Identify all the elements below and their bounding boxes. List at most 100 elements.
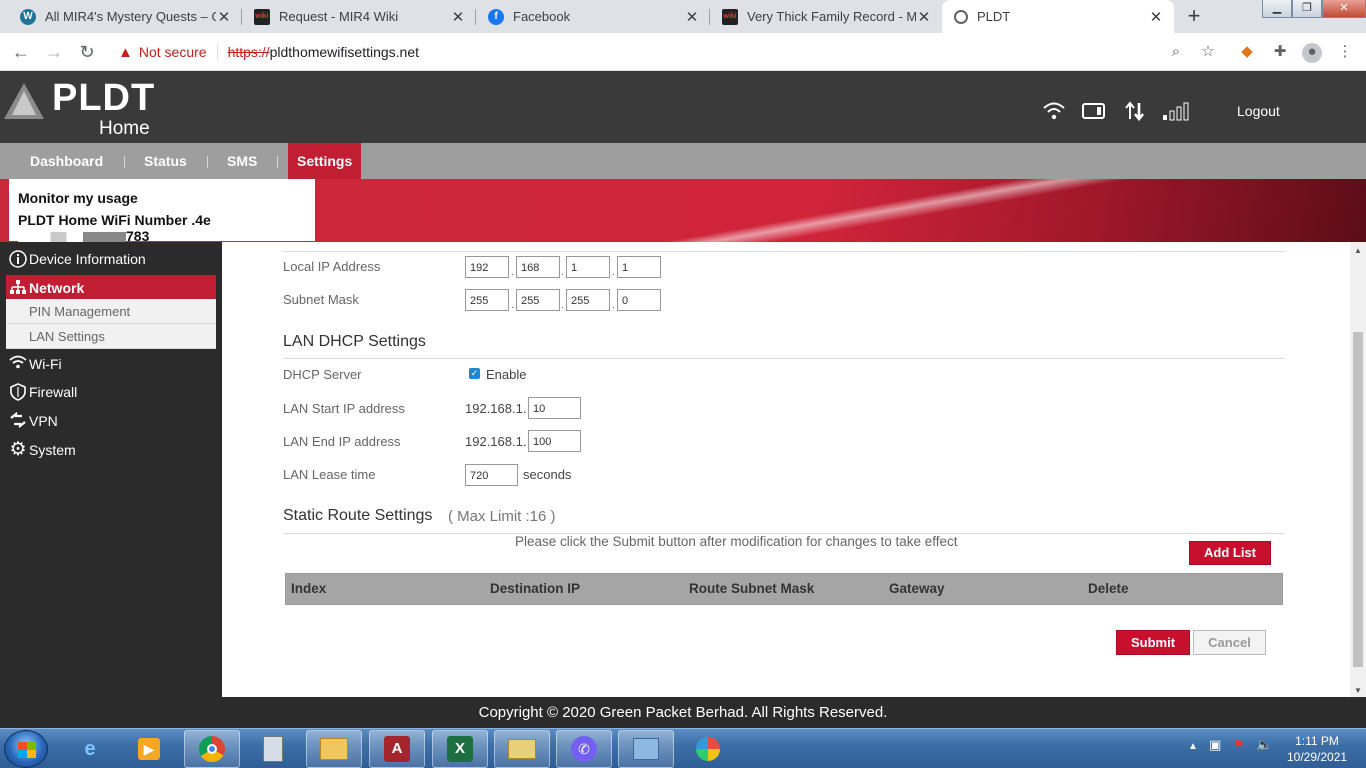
menu-kebab-icon[interactable]: ⋮ xyxy=(1336,43,1354,61)
bookmark-star-icon[interactable]: ☆ xyxy=(1199,43,1217,61)
new-tab-button[interactable]: + xyxy=(1181,5,1207,29)
usage-box: Monitor my usage PLDT Home WiFi Number .… xyxy=(9,179,315,242)
browser-tab[interactable]: W All MIR4's Mystery Quests – Ga ✕ xyxy=(8,0,242,33)
subnet-mask-label: Subnet Mask xyxy=(283,292,359,307)
close-tab-icon[interactable]: ✕ xyxy=(1148,8,1164,26)
network-tray-icon[interactable]: ▣ xyxy=(1209,737,1221,753)
pldt-logo[interactable]: PLDT Home xyxy=(0,75,170,139)
zoom-icon[interactable]: ⌕ xyxy=(1167,43,1185,61)
local-ip-octet-2[interactable]: 168 xyxy=(516,256,560,278)
folder-icon[interactable] xyxy=(494,730,550,768)
local-ip-octet-4[interactable]: 1 xyxy=(617,256,661,278)
subnet-octet-3[interactable]: 255 xyxy=(566,289,610,311)
warning-icon: ▲ xyxy=(118,43,133,61)
browser-tab[interactable]: wiki Very Thick Family Record - MIR4 ✕ xyxy=(710,0,942,33)
local-ip-octet-1[interactable]: 192 xyxy=(465,256,509,278)
close-window-button[interactable]: ✕ xyxy=(1322,0,1366,18)
scroll-down-icon[interactable]: ▼ xyxy=(1353,686,1363,695)
sidebar-item-firewall[interactable]: Firewall xyxy=(0,379,222,405)
close-tab-icon[interactable]: ✕ xyxy=(916,8,932,26)
browser-tab-active[interactable]: PLDT ✕ xyxy=(942,0,1174,33)
forward-icon[interactable]: → xyxy=(43,41,65,63)
calculator-icon[interactable] xyxy=(245,730,301,768)
minimize-button[interactable]: ▁ xyxy=(1262,0,1292,18)
file-explorer-icon[interactable] xyxy=(306,730,362,768)
system-clock[interactable]: 1:11 PM 10/29/2021 xyxy=(1282,733,1352,765)
reload-icon[interactable]: ↻ xyxy=(76,41,98,63)
lan-end-ip-prefix: 192.168.1. xyxy=(465,434,527,449)
menu-dashboard[interactable]: Dashboard xyxy=(30,143,103,179)
tab-title: Facebook xyxy=(513,9,571,24)
paint-icon[interactable] xyxy=(680,730,736,768)
page-footer: Copyright © 2020 Green Packet Berhad. Al… xyxy=(0,697,1366,728)
subnet-octet-2[interactable]: 255 xyxy=(516,289,560,311)
profile-avatar-icon[interactable]: ● xyxy=(1302,43,1322,63)
browser-tab[interactable]: f Facebook ✕ xyxy=(476,0,710,33)
cancel-button[interactable]: Cancel xyxy=(1193,630,1266,655)
sidebar-subitem-pin-management[interactable]: PIN Management xyxy=(6,299,216,324)
menu-status[interactable]: Status xyxy=(144,143,187,179)
close-tab-icon[interactable]: ✕ xyxy=(216,8,232,26)
address-bar[interactable]: ▲ Not secure https:// pldthomewifisettin… xyxy=(108,38,1228,66)
local-ip-octet-3[interactable]: 1 xyxy=(566,256,610,278)
extensions-icon[interactable]: ✚ xyxy=(1271,43,1289,61)
sidebar-item-label: Device Information xyxy=(29,251,146,267)
media-player-icon[interactable]: ▶ xyxy=(121,730,177,768)
monitor-usage-link[interactable]: Monitor my usage xyxy=(18,190,306,212)
sidebar-subitem-lan-settings[interactable]: LAN Settings xyxy=(6,324,216,349)
browser-tab[interactable]: wiki Request - MIR4 Wiki ✕ xyxy=(242,0,476,33)
ip-dot: . xyxy=(561,267,564,278)
max-limit-label: ( Max Limit :16 ) xyxy=(448,508,556,525)
scroll-thumb[interactable] xyxy=(1353,332,1363,667)
close-tab-icon[interactable]: ✕ xyxy=(450,8,466,26)
shield-icon xyxy=(9,383,27,401)
wiki-icon: wiki xyxy=(254,8,270,25)
subnet-octet-4[interactable]: 0 xyxy=(617,289,661,311)
close-tab-icon[interactable]: ✕ xyxy=(684,8,700,26)
chrome-icon[interactable] xyxy=(184,730,240,768)
submit-button[interactable]: Submit xyxy=(1116,630,1190,655)
sidebar-item-wifi[interactable]: Wi-Fi xyxy=(0,351,222,377)
internet-explorer-icon[interactable]: e xyxy=(62,730,118,768)
url-host: pldthomewifisettings.net xyxy=(269,44,420,60)
column-header-destination-ip: Destination IP xyxy=(490,581,581,596)
lan-end-ip-input[interactable]: 100 xyxy=(528,430,581,452)
logout-link[interactable]: Logout xyxy=(1237,103,1280,119)
not-secure-label[interactable]: Not secure xyxy=(139,44,207,60)
show-hidden-icons-icon[interactable]: ▲ xyxy=(1188,741,1198,752)
local-ip-label: Local IP Address xyxy=(283,259,381,274)
facebook-icon: f xyxy=(488,8,504,25)
metamask-icon[interactable]: ◆ xyxy=(1238,43,1256,61)
start-button[interactable] xyxy=(4,730,48,768)
maximize-button[interactable]: ❐ xyxy=(1292,0,1322,18)
subnet-octet-1[interactable]: 255 xyxy=(465,289,509,311)
wordpress-icon: W xyxy=(20,8,36,25)
sidebar-item-device-information[interactable]: Device Information xyxy=(0,246,222,272)
sidebar-item-network[interactable]: Network xyxy=(6,275,216,301)
data-transfer-icon xyxy=(1124,101,1146,123)
sidebar-item-system[interactable]: ⚙ System xyxy=(0,437,222,463)
dhcp-enable-checkbox[interactable]: ✓ xyxy=(469,368,480,379)
control-panel-icon[interactable] xyxy=(618,730,674,768)
banner-decoration xyxy=(320,179,1366,242)
volume-icon[interactable]: 🔈 xyxy=(1256,737,1272,753)
ip-dot: . xyxy=(561,300,564,311)
lease-time-input[interactable]: 720 xyxy=(465,464,518,486)
browser-tabstrip: W All MIR4's Mystery Quests – Ga ✕ wiki … xyxy=(0,0,1366,33)
menu-sms[interactable]: SMS xyxy=(227,143,257,179)
scroll-up-icon[interactable]: ▲ xyxy=(1353,246,1363,255)
content-scrollbar[interactable]: ▲ ▼ xyxy=(1350,242,1366,697)
sidebar-item-vpn[interactable]: VPN xyxy=(0,408,222,434)
access-icon[interactable]: A xyxy=(369,730,425,768)
action-center-icon[interactable]: ⚑ xyxy=(1233,737,1245,753)
back-icon[interactable]: ← xyxy=(10,41,32,63)
pldt-header: PLDT Home Logout xyxy=(0,71,1366,143)
menu-settings[interactable]: Settings xyxy=(288,143,362,179)
dhcp-server-label: DHCP Server xyxy=(283,367,362,382)
viber-icon[interactable]: ✆ xyxy=(556,730,612,768)
static-route-title: Static Route Settings xyxy=(283,507,433,524)
add-list-button[interactable]: Add List xyxy=(1189,541,1271,565)
lan-start-ip-input[interactable]: 10 xyxy=(528,397,581,419)
excel-icon[interactable]: X xyxy=(432,730,488,768)
url-divider xyxy=(216,44,218,60)
